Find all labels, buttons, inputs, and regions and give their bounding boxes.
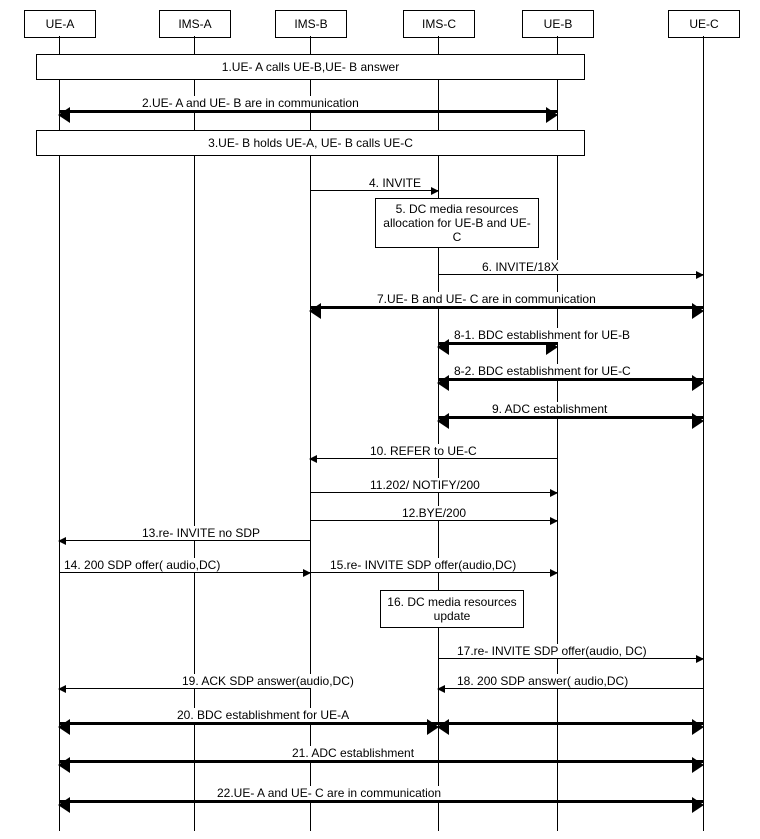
arrow-step-15 [310, 572, 557, 573]
arrow-step-20-right [438, 722, 703, 725]
lifeline-ue-c [703, 36, 704, 831]
step-1-box: 1.UE- A calls UE-B,UE- B answer [36, 54, 585, 80]
arrow-step-8-1 [438, 342, 557, 345]
step-label: 1.UE- A calls UE-B,UE- B answer [222, 60, 399, 74]
step-3-box: 3.UE- B holds UE-A, UE- B calls UE-C [36, 130, 585, 156]
arrow-step-13 [59, 540, 310, 541]
arrow-step-7 [310, 306, 703, 309]
arrow-step-4 [310, 190, 438, 191]
arrow-step-21 [59, 760, 703, 763]
step-label: 6. INVITE/18X [480, 260, 561, 274]
step-label: 13.re- INVITE no SDP [140, 526, 262, 540]
sequence-diagram: UE-A IMS-A IMS-B IMS-C UE-B UE-C 1.UE- A… [0, 0, 760, 839]
participant-ims-a: IMS-A [159, 10, 231, 38]
step-label: 4. INVITE [367, 176, 423, 190]
arrow-step-2 [59, 110, 557, 113]
arrow-step-8-2 [438, 378, 703, 381]
step-label: 21. ADC establishment [290, 746, 416, 760]
participant-label: UE-B [544, 17, 573, 31]
step-label: 15.re- INVITE SDP offer(audio,DC) [328, 558, 518, 572]
step-label: 5. DC media resources allocation for UE-… [382, 202, 532, 244]
step-label: 8-2. BDC establishment for UE-C [452, 364, 633, 378]
step-label: 9. ADC establishment [490, 402, 609, 416]
participant-label: UE-A [46, 17, 75, 31]
arrow-step-6 [438, 274, 703, 275]
step-label: 16. DC media resources update [387, 595, 517, 623]
arrow-step-22 [59, 800, 703, 803]
participant-label: IMS-A [178, 17, 211, 31]
step-label: 3.UE- B holds UE-A, UE- B calls UE-C [208, 136, 413, 150]
arrow-step-17 [438, 658, 703, 659]
participant-ue-a: UE-A [24, 10, 96, 38]
step-label: 8-1. BDC establishment for UE-B [452, 328, 632, 342]
arrow-step-14 [59, 572, 310, 573]
participant-ims-b: IMS-B [275, 10, 347, 38]
step-label: 17.re- INVITE SDP offer(audio, DC) [455, 644, 649, 658]
participant-ue-c: UE-C [668, 10, 740, 38]
arrow-step-10 [310, 458, 557, 459]
arrow-step-11 [310, 492, 557, 493]
step-16-box: 16. DC media resources update [380, 590, 524, 628]
participant-ims-c: IMS-C [403, 10, 475, 38]
step-label: 2.UE- A and UE- B are in communication [140, 96, 361, 110]
participant-label: IMS-C [422, 17, 456, 31]
arrow-step-9 [438, 416, 703, 419]
arrow-step-18 [438, 688, 703, 689]
step-label: 19. ACK SDP answer(audio,DC) [180, 674, 356, 688]
participant-ue-b: UE-B [522, 10, 594, 38]
step-label: 22.UE- A and UE- C are in communication [215, 786, 443, 800]
arrow-step-12 [310, 520, 557, 521]
step-label: 11.202/ NOTIFY/200 [368, 478, 482, 492]
participant-label: IMS-B [294, 17, 327, 31]
step-label: 7.UE- B and UE- C are in communication [375, 292, 598, 306]
participant-label: UE-C [689, 17, 718, 31]
step-5-box: 5. DC media resources allocation for UE-… [375, 198, 539, 248]
arrow-step-20-left [59, 722, 438, 725]
step-label: 14. 200 SDP offer( audio,DC) [62, 558, 222, 572]
step-label: 12.BYE/200 [400, 506, 468, 520]
step-label: 20. BDC establishment for UE-A [175, 708, 351, 722]
step-label: 10. REFER to UE-C [368, 444, 479, 458]
arrow-step-19 [59, 688, 310, 689]
step-label: 18. 200 SDP answer( audio,DC) [455, 674, 630, 688]
